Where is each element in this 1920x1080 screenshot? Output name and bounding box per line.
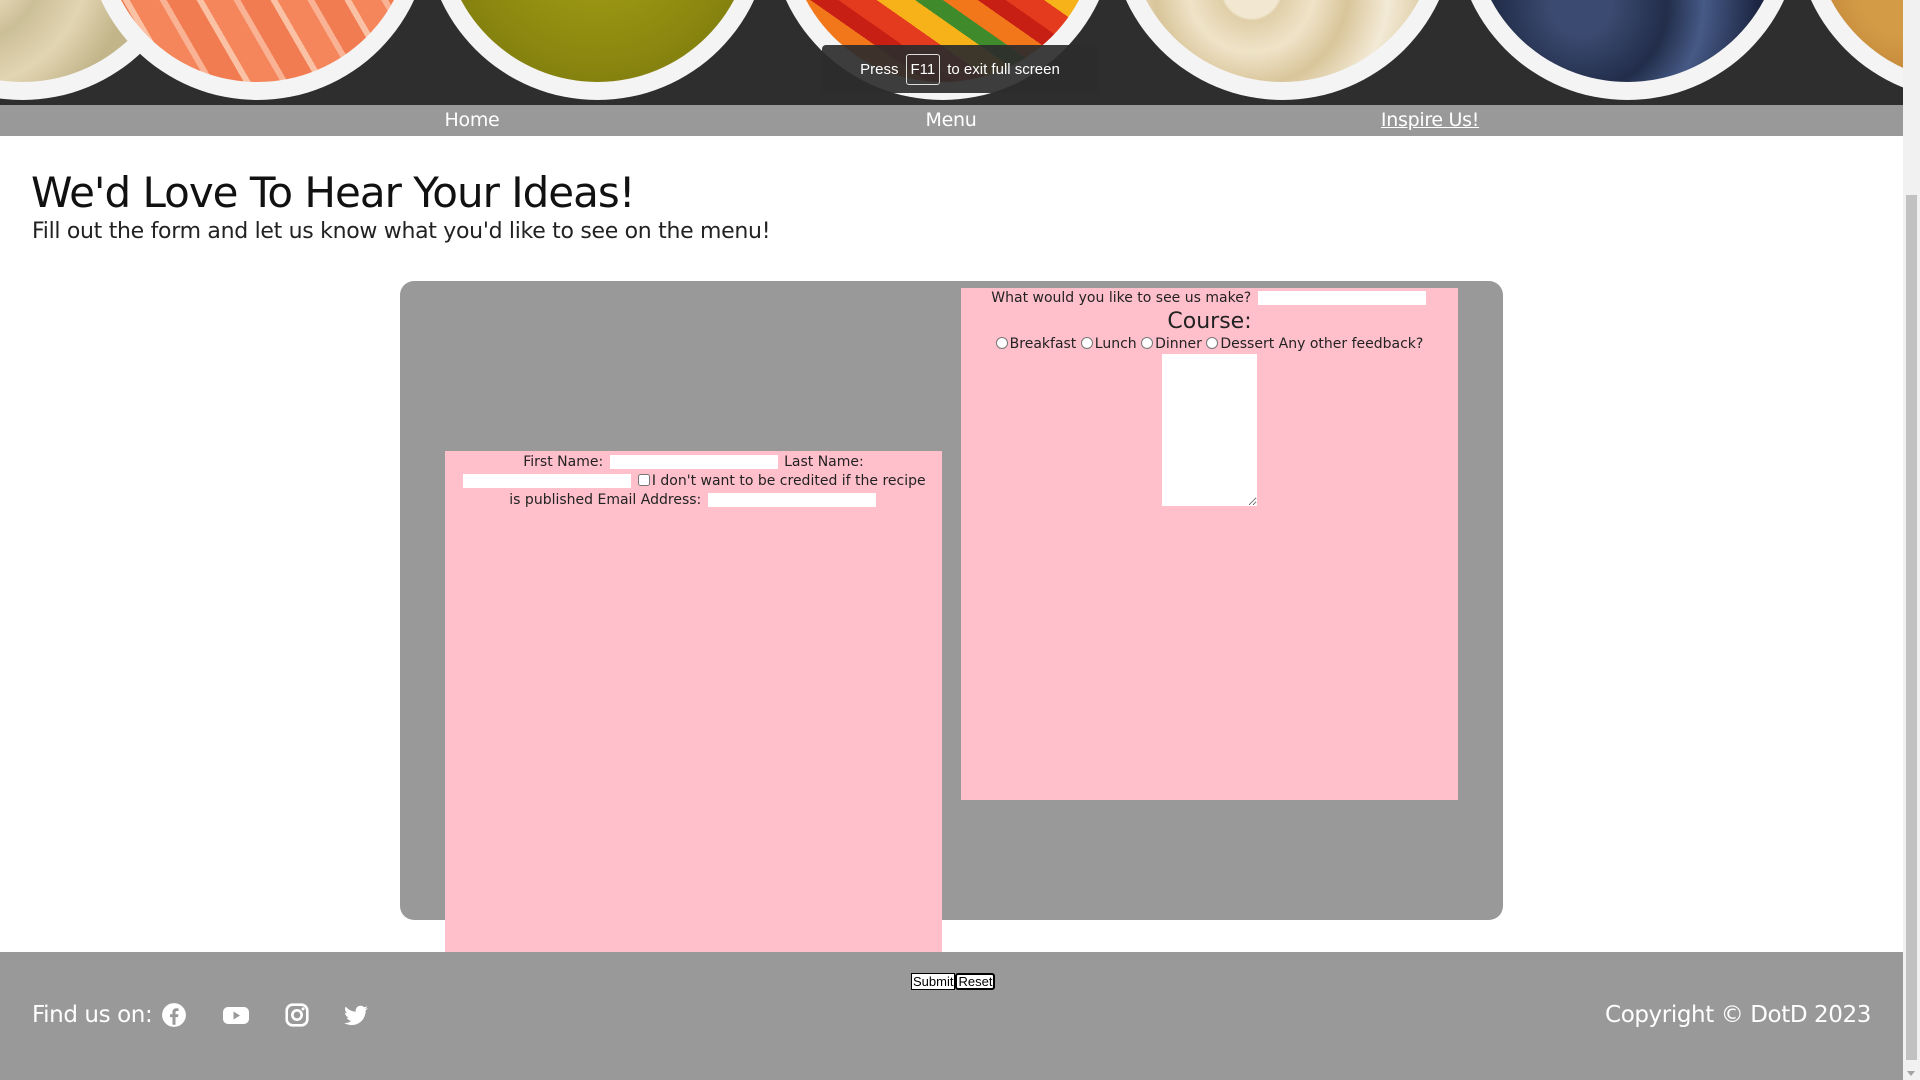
nav-home-link[interactable]: Home [445, 109, 500, 131]
course-lunch-radio[interactable] [1080, 337, 1093, 349]
course-dinner-label: Dinner [1155, 336, 1202, 352]
last-name-label: Last Name: [784, 454, 864, 470]
course-lunch-label: Lunch [1094, 336, 1137, 352]
make-field[interactable] [1257, 291, 1426, 305]
site-footer: Find us on: Copyright © DotD 2023 [0, 952, 1903, 1080]
first-name-label: First Name: [523, 454, 604, 470]
form-buttons: Submit Reset [911, 973, 996, 990]
oil-bowl-image [425, 0, 770, 100]
reset-button[interactable]: Reset [955, 973, 996, 990]
oats-bowl-image [1110, 0, 1455, 100]
course-dessert-label: Dessert [1220, 336, 1275, 352]
nav-inspire-link[interactable]: Inspire Us! [1381, 109, 1479, 131]
course-breakfast-radio[interactable] [995, 337, 1008, 349]
personal-info-panel: First Name: Last Name: I don't want to b… [445, 451, 942, 963]
last-name-field[interactable] [463, 474, 632, 488]
twitter-icon[interactable] [343, 1002, 369, 1028]
facebook-icon[interactable] [161, 1002, 187, 1028]
find-us-label: Find us on: [32, 1002, 153, 1028]
page-subtitle: Fill out the form and let us know what y… [32, 219, 771, 244]
feedback-label: Any other feedback? [1278, 336, 1424, 352]
f11-key-badge: F11 [905, 53, 941, 85]
course-dinner-radio[interactable] [1141, 337, 1154, 349]
fullscreen-suffix-text: to exit full screen [947, 60, 1060, 78]
first-name-field[interactable] [609, 455, 778, 469]
recipe-request-panel: What would you like to see us make? Cour… [961, 288, 1458, 800]
email-label: Email Address: [597, 492, 702, 508]
page-title: We'd Love To Hear Your Ideas! [31, 168, 636, 217]
fullscreen-press-text: Press [860, 60, 899, 78]
course-label: Course: [1167, 309, 1252, 334]
course-breakfast-label: Breakfast [1009, 336, 1077, 352]
salmon-bowl-image [85, 0, 430, 100]
feedback-textarea[interactable] [1162, 354, 1257, 506]
instagram-icon[interactable] [284, 1002, 310, 1028]
copyright-text: Copyright © DotD 2023 [1605, 1002, 1871, 1028]
nav-menu-link[interactable]: Menu [926, 109, 977, 131]
page-scrollbar[interactable] [1903, 0, 1920, 1080]
submit-button[interactable]: Submit [911, 973, 956, 990]
youtube-icon[interactable] [222, 1002, 250, 1028]
credit-opt-out-checkbox[interactable] [637, 474, 650, 486]
course-dessert-radio[interactable] [1206, 337, 1219, 349]
main-nav: Home Menu Inspire Us! [0, 105, 1903, 136]
make-label: What would you like to see us make? [991, 290, 1252, 306]
scroll-down-arrow-icon[interactable] [1907, 1071, 1915, 1076]
fullscreen-exit-notice: Press F11 to exit full screen [822, 45, 1098, 93]
email-field[interactable] [707, 493, 876, 507]
blueberries-bowl-image [1455, 0, 1800, 100]
nuts-bowl-image [1795, 0, 1903, 100]
scrollbar-thumb[interactable] [1906, 195, 1917, 1060]
